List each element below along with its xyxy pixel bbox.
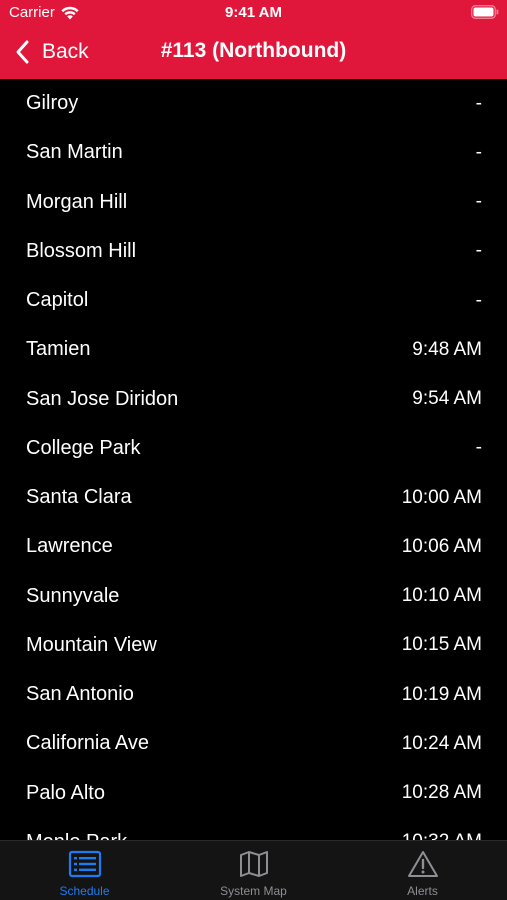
stop-time: 10:28 AM	[401, 782, 482, 804]
stop-name: Sunnyvale	[26, 584, 120, 607]
stop-row: Mountain View 10:15 AM	[0, 621, 507, 670]
stop-row: Gilroy -	[0, 79, 507, 128]
stop-row: Capitol -	[0, 276, 507, 325]
tab-label: System Map	[220, 884, 287, 898]
stop-name: Mountain View	[26, 633, 157, 656]
stop-time: 9:48 AM	[412, 338, 482, 360]
page-title: #113 (Northbound)	[160, 39, 347, 62]
map-icon	[239, 851, 268, 877]
status-time: 9:41 AM	[225, 4, 282, 21]
stop-name: College Park	[26, 436, 141, 459]
stop-row: Tamien 9:48 AM	[0, 325, 507, 374]
stop-time: 10:10 AM	[401, 585, 482, 607]
stop-time: 9:54 AM	[412, 388, 482, 410]
warning-triangle-icon	[407, 851, 438, 877]
stop-time: 10:32 AM	[402, 831, 482, 840]
schedule-list-icon	[68, 850, 101, 878]
tab-bar: Schedule System Map Alerts	[0, 840, 507, 900]
stop-time: 10:19 AM	[401, 683, 482, 705]
stop-row: Santa Clara 10:00 AM	[0, 473, 507, 522]
stop-row: College Park -	[0, 424, 507, 473]
navigation-bar: Back #113 (Northbound)	[0, 28, 507, 79]
tab-label: Alerts	[407, 884, 438, 898]
stop-time: 10:15 AM	[401, 634, 482, 656]
stop-name: Lawrence	[26, 535, 113, 558]
stop-name: California Ave	[26, 732, 150, 755]
stop-row: San Antonio 10:19 AM	[0, 670, 507, 719]
stop-name: Capitol	[26, 289, 89, 312]
stop-row: Palo Alto 10:28 AM	[0, 769, 507, 818]
stop-name: San Jose Diridon	[26, 387, 179, 410]
stop-row: Morgan Hill -	[0, 178, 507, 227]
stop-time: -	[475, 191, 482, 213]
stop-name: Palo Alto	[26, 781, 105, 804]
stop-row: California Ave 10:24 AM	[0, 719, 507, 768]
stop-time: 10:24 AM	[401, 732, 482, 754]
tab-schedule[interactable]: Schedule	[0, 841, 169, 900]
stop-name: San Martin	[26, 141, 123, 164]
stop-name: Blossom Hill	[26, 239, 137, 262]
tab-alerts[interactable]: Alerts	[338, 841, 507, 900]
stop-time: 10:06 AM	[401, 535, 482, 557]
stop-name: Santa Clara	[26, 486, 132, 509]
stop-list[interactable]: Gilroy - San Martin - Morgan Hill - Blos…	[0, 79, 507, 840]
stop-time: -	[475, 437, 482, 459]
stop-name: Tamien	[26, 338, 91, 361]
stop-row: Menlo Park 10:32 AM	[0, 818, 507, 840]
stop-time: 10:00 AM	[401, 486, 482, 508]
stop-row: San Martin -	[0, 128, 507, 177]
stop-time: -	[475, 240, 482, 262]
stop-row: San Jose Diridon 9:54 AM	[0, 375, 507, 424]
status-bar: Carrier 9:41 AM	[0, 0, 507, 28]
tab-system-map[interactable]: System Map	[169, 841, 338, 900]
stop-row: Lawrence 10:06 AM	[0, 522, 507, 571]
stop-name: Morgan Hill	[26, 190, 128, 213]
stop-row: Sunnyvale 10:10 AM	[0, 572, 507, 621]
stop-name: Menlo Park	[26, 831, 127, 840]
stop-name: San Antonio	[26, 683, 134, 706]
header: Carrier 9:41 AM Back #113 (Northbound)	[0, 0, 507, 79]
stop-time: -	[475, 141, 482, 163]
tab-label: Schedule	[59, 884, 110, 898]
battery-icon	[471, 5, 499, 19]
stop-time: -	[475, 92, 482, 114]
stop-time: -	[475, 289, 482, 311]
stop-row: Blossom Hill -	[0, 227, 507, 276]
stop-name: Gilroy	[26, 92, 79, 115]
